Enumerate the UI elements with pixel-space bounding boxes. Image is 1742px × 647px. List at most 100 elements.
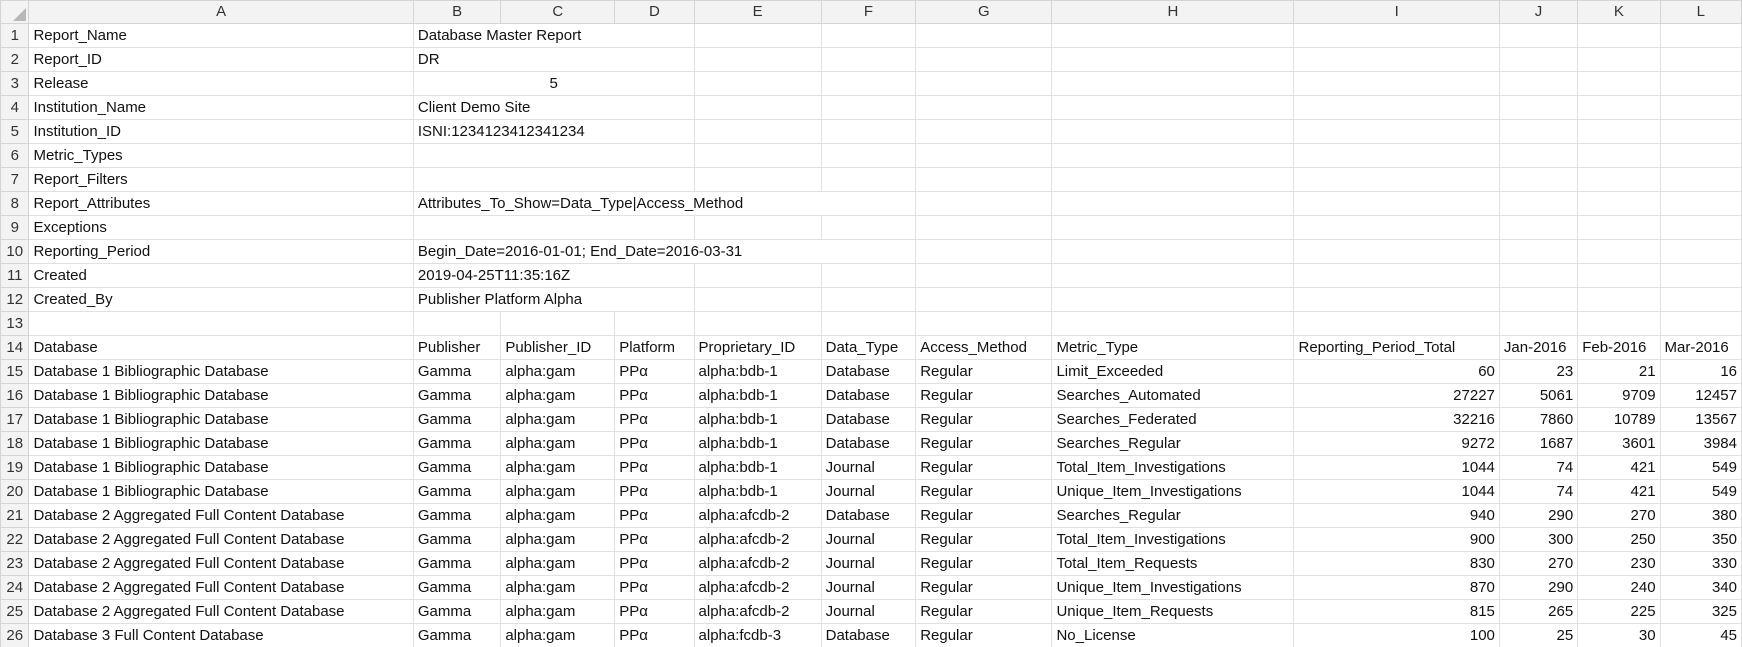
cell[interactable] xyxy=(1051,143,1295,168)
cell[interactable]: PPα xyxy=(614,623,695,647)
cell[interactable]: Begin_Date=2016-01-01; End_Date=2016-03-… xyxy=(412,239,917,264)
cell[interactable] xyxy=(1659,263,1742,288)
cell[interactable]: Publisher_ID xyxy=(500,335,616,360)
row-header[interactable]: 9 xyxy=(0,215,30,240)
cell[interactable]: Gamma xyxy=(412,455,502,480)
cell[interactable]: alpha:gam xyxy=(500,599,616,624)
cell[interactable] xyxy=(1659,119,1742,144)
row-header[interactable]: 8 xyxy=(0,191,30,216)
row-header[interactable]: 12 xyxy=(0,287,30,312)
column-header-c[interactable]: C xyxy=(500,0,616,24)
cell[interactable]: Database xyxy=(820,383,917,408)
cell[interactable] xyxy=(1293,95,1500,120)
cell[interactable]: alpha:bdb-1 xyxy=(693,479,822,504)
cell[interactable]: 32216 xyxy=(1293,407,1500,432)
cell[interactable]: Regular xyxy=(915,407,1053,432)
cell[interactable]: alpha:gam xyxy=(500,623,616,647)
row-header[interactable]: 11 xyxy=(0,263,30,288)
cell[interactable] xyxy=(1659,311,1742,336)
cell[interactable] xyxy=(1498,71,1579,96)
cell[interactable]: 9272 xyxy=(1293,431,1500,456)
cell[interactable] xyxy=(1577,95,1661,120)
cell[interactable] xyxy=(1051,239,1295,264)
cell[interactable] xyxy=(915,23,1053,48)
cell[interactable]: No_License xyxy=(1051,623,1295,647)
column-header-d[interactable]: D xyxy=(614,0,695,24)
cell[interactable]: Unique_Item_Requests xyxy=(1051,599,1295,624)
cell[interactable] xyxy=(820,143,917,168)
cell[interactable]: Client Demo Site xyxy=(412,95,695,120)
cell[interactable] xyxy=(915,263,1053,288)
cell[interactable] xyxy=(1659,23,1742,48)
column-header-b[interactable]: B xyxy=(412,0,502,24)
cell[interactable] xyxy=(412,167,695,192)
cell[interactable] xyxy=(693,71,822,96)
cell[interactable]: alpha:gam xyxy=(500,431,616,456)
cell[interactable] xyxy=(1659,71,1742,96)
cell[interactable]: Journal xyxy=(820,455,917,480)
cell[interactable]: Journal xyxy=(820,479,917,504)
cell[interactable] xyxy=(1498,47,1579,72)
cell[interactable]: Gamma xyxy=(412,359,502,384)
cell[interactable] xyxy=(1659,191,1742,216)
cell[interactable]: Attributes_To_Show=Data_Type|Access_Meth… xyxy=(412,191,917,216)
cell[interactable] xyxy=(1293,23,1500,48)
cell[interactable]: 830 xyxy=(1293,551,1500,576)
cell[interactable]: Gamma xyxy=(412,599,502,624)
cell[interactable]: 21 xyxy=(1577,359,1661,384)
cell[interactable] xyxy=(1577,47,1661,72)
row-header[interactable]: 24 xyxy=(0,575,30,600)
cell[interactable]: Database xyxy=(820,407,917,432)
cell[interactable] xyxy=(1498,263,1579,288)
cell[interactable]: 45 xyxy=(1659,623,1742,647)
cell[interactable]: alpha:gam xyxy=(500,407,616,432)
cell[interactable] xyxy=(1293,239,1500,264)
row-header[interactable]: 10 xyxy=(0,239,30,264)
cell[interactable]: 60 xyxy=(1293,359,1500,384)
cell[interactable] xyxy=(693,23,822,48)
cell[interactable]: DR xyxy=(412,47,695,72)
cell[interactable] xyxy=(1659,239,1742,264)
column-header-j[interactable]: J xyxy=(1498,0,1579,24)
cell[interactable]: 549 xyxy=(1659,455,1742,480)
cell[interactable]: alpha:gam xyxy=(500,479,616,504)
cell[interactable] xyxy=(28,311,414,336)
cell[interactable]: 421 xyxy=(1577,455,1661,480)
row-header[interactable]: 6 xyxy=(0,143,30,168)
cell[interactable]: Regular xyxy=(915,455,1053,480)
column-header-a[interactable]: A xyxy=(28,0,414,24)
column-header-h[interactable]: H xyxy=(1051,0,1295,24)
cell[interactable]: Exceptions xyxy=(28,215,414,240)
cell[interactable]: alpha:afcdb-2 xyxy=(693,527,822,552)
cell[interactable]: Gamma xyxy=(412,551,502,576)
row-header[interactable]: 7 xyxy=(0,167,30,192)
cell[interactable]: Database Master Report xyxy=(412,23,695,48)
cell[interactable]: PPα xyxy=(614,503,695,528)
cell[interactable]: 265 xyxy=(1498,599,1579,624)
cell[interactable]: 815 xyxy=(1293,599,1500,624)
cell[interactable]: Publisher Platform Alpha xyxy=(412,287,695,312)
cell[interactable]: PPα xyxy=(614,551,695,576)
cell[interactable]: Database 2 Aggregated Full Content Datab… xyxy=(28,527,414,552)
cell[interactable] xyxy=(820,167,917,192)
cell[interactable] xyxy=(915,239,1053,264)
cell[interactable] xyxy=(1051,263,1295,288)
cell[interactable] xyxy=(1498,95,1579,120)
cell[interactable]: PPα xyxy=(614,599,695,624)
cell[interactable]: Proprietary_ID xyxy=(693,335,822,360)
cell[interactable]: Regular xyxy=(915,575,1053,600)
cell[interactable]: Access_Method xyxy=(915,335,1053,360)
cell[interactable]: Regular xyxy=(915,623,1053,647)
cell[interactable] xyxy=(1659,167,1742,192)
cell[interactable]: Journal xyxy=(820,599,917,624)
cell[interactable]: Regular xyxy=(915,599,1053,624)
cell[interactable]: alpha:afcdb-2 xyxy=(693,503,822,528)
cell[interactable]: Mar-2016 xyxy=(1659,335,1742,360)
row-header[interactable]: 20 xyxy=(0,479,30,504)
cell[interactable]: Database 1 Bibliographic Database xyxy=(28,383,414,408)
cell[interactable]: 2019-04-25T11:35:16Z xyxy=(412,263,695,288)
cell[interactable]: 30 xyxy=(1577,623,1661,647)
cell[interactable]: alpha:bdb-1 xyxy=(693,359,822,384)
cell[interactable]: 10789 xyxy=(1577,407,1661,432)
row-header[interactable]: 22 xyxy=(0,527,30,552)
